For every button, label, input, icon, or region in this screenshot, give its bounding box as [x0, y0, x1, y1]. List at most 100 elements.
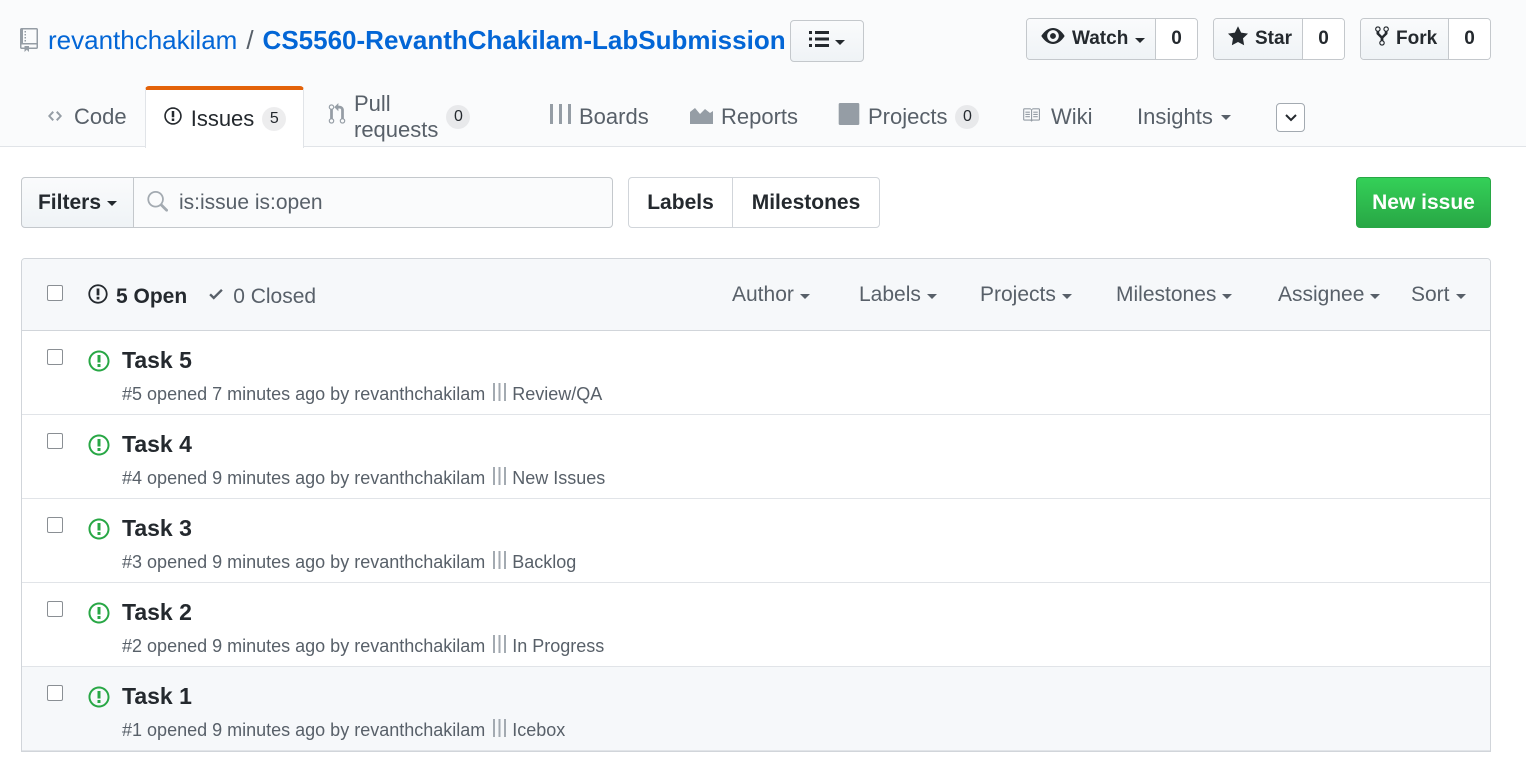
- chevron-down-icon: [1284, 109, 1297, 127]
- issue-author-link[interactable]: revanthchakilam: [354, 720, 485, 741]
- watch-group: Watch 0: [1026, 18, 1198, 60]
- issue-checkbox[interactable]: [47, 685, 63, 701]
- boards-icon: [493, 551, 507, 574]
- git-pull-request-icon: [328, 102, 346, 131]
- open-issues-link[interactable]: 5 Open: [88, 283, 187, 311]
- tab-wiki[interactable]: Wiki: [1019, 86, 1093, 147]
- issue-project-column: Backlog: [512, 552, 577, 572]
- new-issue-button[interactable]: New issue: [1356, 177, 1491, 228]
- tab-reports[interactable]: Reports: [690, 86, 798, 147]
- issue-number: #2: [122, 636, 143, 656]
- tab-boards[interactable]: Boards: [550, 86, 649, 147]
- milestones-filter-label: Milestones: [1116, 283, 1217, 306]
- issue-row[interactable]: Task 1 #1 opened 9 minutes ago by revant…: [22, 667, 1490, 751]
- projects-filter[interactable]: Projects: [980, 283, 1072, 307]
- milestones-filter[interactable]: Milestones: [1116, 283, 1233, 307]
- issue-row[interactable]: Task 5 #5 opened 7 minutes ago by revant…: [22, 331, 1490, 415]
- tab-wiki-label: Wiki: [1051, 103, 1093, 129]
- issue-meta: #5 opened 7 minutes ago by revanthchakil…: [122, 383, 602, 406]
- search-input[interactable]: [179, 178, 599, 227]
- star-count[interactable]: 0: [1303, 19, 1344, 59]
- issue-project-column: New Issues: [512, 468, 606, 488]
- issue-title-link[interactable]: Task 4: [122, 431, 192, 458]
- projects-filter-label: Projects: [980, 283, 1056, 306]
- fork-button[interactable]: Fork: [1361, 19, 1449, 59]
- watch-count[interactable]: 0: [1156, 19, 1197, 59]
- issue-opened-icon: [88, 685, 110, 714]
- watch-button[interactable]: Watch: [1027, 19, 1156, 59]
- fork-count[interactable]: 0: [1449, 19, 1490, 59]
- assignee-filter-label: Assignee: [1278, 283, 1365, 306]
- issue-title-link[interactable]: Task 3: [122, 515, 192, 542]
- issue-number: #1: [122, 720, 143, 740]
- sort-filter-label: Sort: [1411, 283, 1450, 306]
- tab-insights[interactable]: Insights: [1137, 86, 1231, 147]
- issue-meta: #1 opened 9 minutes ago by revanthchakil…: [122, 719, 565, 742]
- search-icon: [146, 191, 168, 218]
- closed-issues-link[interactable]: 0 Closed: [207, 285, 316, 309]
- repo-menu-button[interactable]: [790, 20, 864, 62]
- milestones-link[interactable]: Milestones: [733, 178, 879, 227]
- fork-group: Fork 0: [1360, 18, 1491, 60]
- issue-opened-text: opened 9 minutes ago by: [147, 468, 350, 488]
- issue-checkbox[interactable]: [47, 517, 63, 533]
- issue-project-card[interactable]: Backlog: [493, 551, 576, 574]
- issue-opened-icon: [88, 601, 110, 630]
- issue-author-link[interactable]: revanthchakilam: [354, 468, 485, 489]
- tab-code[interactable]: Code: [44, 86, 127, 147]
- issues-list: 5 Open 0 Closed Author Labels Projects M…: [21, 258, 1491, 752]
- issues-counter: 5: [262, 107, 287, 131]
- issue-project-card[interactable]: In Progress: [493, 635, 604, 658]
- issue-opened-text: opened 9 minutes ago by: [147, 636, 350, 656]
- tab-pull-requests[interactable]: Pull requests 0: [328, 86, 471, 147]
- issue-search: [134, 177, 613, 228]
- repo-icon: [20, 27, 38, 53]
- select-all-checkbox[interactable]: [47, 285, 63, 301]
- issue-title-link[interactable]: Task 5: [122, 347, 192, 374]
- boards-icon: [493, 467, 507, 490]
- issue-author-link[interactable]: revanthchakilam: [354, 636, 485, 657]
- graph-icon: [690, 104, 713, 130]
- issue-checkbox[interactable]: [47, 601, 63, 617]
- star-icon: [1228, 26, 1248, 52]
- issues-list-header: 5 Open 0 Closed Author Labels Projects M…: [22, 259, 1490, 331]
- issue-project-card[interactable]: New Issues: [493, 467, 605, 490]
- labels-link[interactable]: Labels: [629, 178, 733, 227]
- issue-row[interactable]: Task 2 #2 opened 9 minutes ago by revant…: [22, 583, 1490, 667]
- chevron-down-icon: [1220, 115, 1231, 120]
- repo-forked-icon: [1375, 25, 1389, 53]
- author-filter[interactable]: Author: [732, 283, 810, 307]
- tab-issues[interactable]: Issues 5: [145, 86, 304, 148]
- sort-filter[interactable]: Sort: [1411, 283, 1466, 307]
- issue-opened-text: opened 7 minutes ago by: [147, 384, 350, 404]
- assignee-filter[interactable]: Assignee: [1278, 283, 1381, 307]
- issue-checkbox[interactable]: [47, 349, 63, 365]
- star-label: Star: [1255, 28, 1292, 49]
- list-icon: [809, 30, 829, 53]
- filters-button[interactable]: Filters: [21, 177, 134, 228]
- issue-title-link[interactable]: Task 1: [122, 683, 192, 710]
- more-tabs-button[interactable]: [1276, 103, 1305, 132]
- issue-project-card[interactable]: Icebox: [493, 719, 565, 742]
- issue-project-column: In Progress: [512, 636, 605, 656]
- tab-projects[interactable]: Projects 0: [838, 86, 980, 147]
- labels-filter-label: Labels: [859, 283, 921, 306]
- issue-project-card[interactable]: Review/QA: [493, 383, 602, 406]
- closed-count-label: 0 Closed: [233, 285, 317, 308]
- labels-filter[interactable]: Labels: [859, 283, 937, 307]
- check-icon: [207, 285, 225, 309]
- repo-name-link[interactable]: CS5560-RevanthChakilam-LabSubmission: [263, 25, 786, 56]
- issue-row[interactable]: Task 4 #4 opened 9 minutes ago by revant…: [22, 415, 1490, 499]
- issue-row[interactable]: Task 3 #3 opened 9 minutes ago by revant…: [22, 499, 1490, 583]
- tab-issues-label: Issues: [190, 106, 255, 131]
- repo-owner-link[interactable]: revanthchakilam: [48, 25, 237, 56]
- issue-author-link[interactable]: revanthchakilam: [354, 384, 485, 405]
- issue-opened-text: opened 9 minutes ago by: [147, 552, 350, 572]
- issue-title-link[interactable]: Task 2: [122, 599, 192, 626]
- issue-author-link[interactable]: revanthchakilam: [354, 552, 485, 573]
- issue-checkbox[interactable]: [47, 433, 63, 449]
- book-icon: [1019, 104, 1043, 130]
- projects-counter: 0: [955, 104, 980, 129]
- star-button[interactable]: Star: [1214, 19, 1303, 59]
- chevron-down-icon: [107, 201, 118, 206]
